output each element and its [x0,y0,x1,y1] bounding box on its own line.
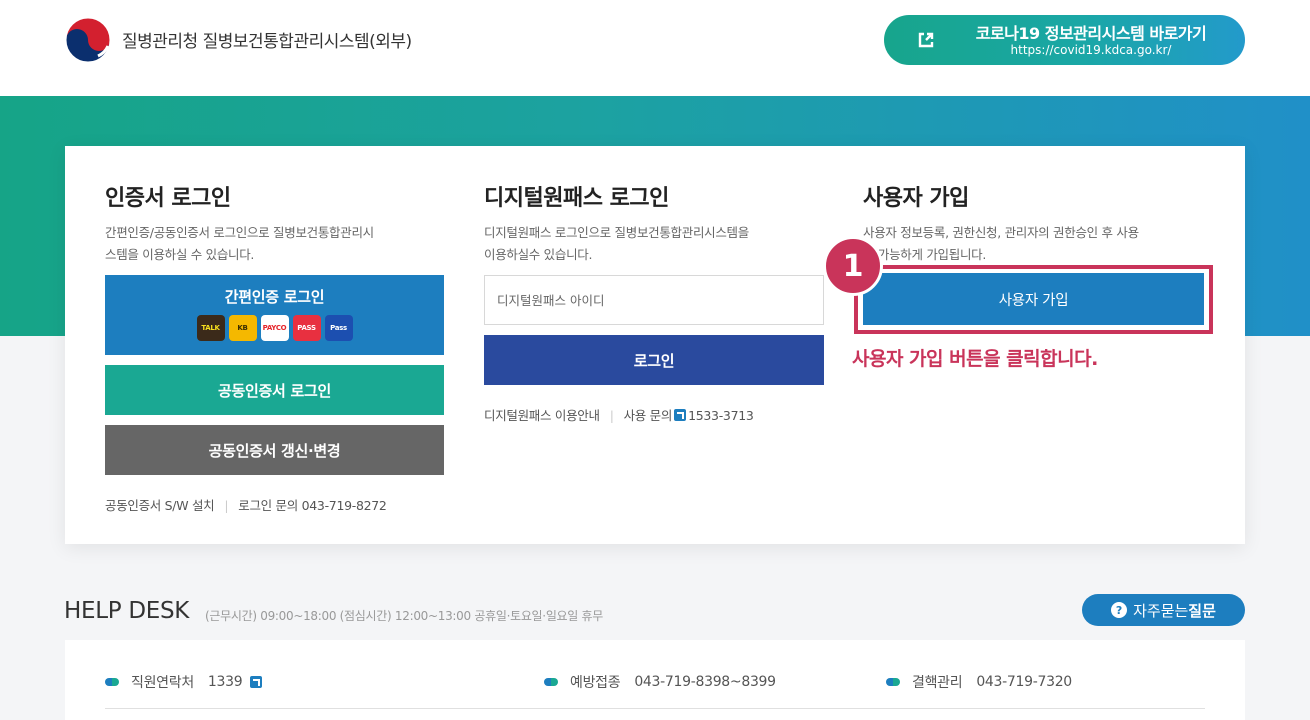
contact-number: 043-719-7320 [976,674,1072,690]
login-inquiry-text: 로그인 문의 043-719-8272 [238,498,387,513]
contact-item: 결핵관리 043-719-7320 [886,672,1072,692]
onepass-inquiry-phone: 1533-3713 [688,408,754,423]
signup-instruction-text: 사용자 가입 버튼을 클릭합니다. [852,348,1098,370]
divider [105,708,1205,709]
faq-label: 자주묻는질문 [1133,600,1216,621]
link-arrow-icon[interactable] [674,409,687,421]
faq-button[interactable]: ? 자주묻는질문 [1082,594,1245,626]
onepass-desc-line1: 디지털원패스 로그인으로 질병보건통합관리시스템을 [484,225,749,240]
onepass-id-input[interactable] [484,275,824,325]
contact-label: 직원연락처 [131,675,194,691]
onepass-login-title: 디지털원패스 로그인 [484,186,669,211]
cert-login-desc-line1: 간편인증/공동인증서 로그인으로 질병보건통합관리시 [105,225,374,240]
covid-system-link-button[interactable]: 코로나19 정보관리시스템 바로가기 https://covid19.kdca.… [884,15,1245,65]
divider: | [224,498,229,513]
contact-number: 1339 [207,674,243,690]
contact-number: 043-719-8398~8399 [634,674,776,690]
help-desk-panel: 직원연락처 1339 예방접종 043-719-8398~8399 결핵관리 0… [65,640,1245,720]
onepass-login-button[interactable]: 로그인 [484,335,824,385]
onepass-inquiry-label: 사용 문의 [623,408,673,423]
kdca-logo-icon[interactable] [64,16,112,64]
joint-cert-login-button[interactable]: 공동인증서 로그인 [105,365,444,415]
help-desk-hours: (근무시간) 09:00~18:00 (점심시간) 12:00~13:00 공휴… [205,609,604,623]
site-title: 질병관리청 질병보건통합관리시스템(외부) [122,32,412,52]
pass-icon: PASS [292,314,321,341]
covid-link-url: https://covid19.kdca.go.kr/ [1010,43,1172,57]
login-card: 인증서 로그인 간편인증/공동인증서 로그인으로 질병보건통합관리시 스템을 이… [65,146,1245,544]
kb-icon: KB [228,314,257,341]
bullet-icon [544,678,558,686]
simple-auth-provider-icons: TALK KB PAYCO PASS Pass [196,314,353,341]
step-number-badge: 1 [823,236,883,296]
signup-desc-line2: 이 가능하게 가입됩니다. [863,247,987,262]
contact-item: 예방접종 043-719-8398~8399 [544,672,776,692]
signup-button[interactable]: 사용자 가입 [863,273,1204,325]
simple-auth-label: 간편인증 로그인 [224,287,325,306]
signup-desc-line1: 사용자 정보등록, 권한신청, 관리자의 권한승인 후 사용 [863,225,1139,240]
contact-item: 직원연락처 1339 [105,672,264,692]
contact-label: 예방접종 [570,675,621,691]
help-desk-title: HELP DESK [64,598,190,624]
bullet-icon [105,678,119,686]
signup-title: 사용자 가입 [863,186,969,211]
onepass-login-desc: 디지털원패스 로그인으로 질병보건통합관리시스템을 이용하실수 있습니다. [484,222,824,266]
faq-bold: 질문 [1188,601,1216,620]
cert-login-desc: 간편인증/공동인증서 로그인으로 질병보건통합관리시 스템을 이용하실 수 있습… [105,222,445,266]
joint-cert-renew-button[interactable]: 공동인증서 갱신·변경 [105,425,444,475]
cert-login-title: 인증서 로그인 [105,186,231,211]
samsung-pass-icon: Pass [324,314,353,341]
header: 질병관리청 질병보건통합관리시스템(외부) 코로나19 정보관리시스템 바로가기… [0,0,1310,96]
question-icon: ? [1111,602,1128,618]
external-link-icon [918,32,934,48]
simple-auth-login-button[interactable]: 간편인증 로그인 TALK KB PAYCO PASS Pass [105,275,444,355]
contact-label: 결핵관리 [912,675,963,691]
divider: | [609,408,614,423]
onepass-links: 디지털원패스 이용안내 | 사용 문의 1533-3713 [484,405,754,424]
onepass-desc-line2: 이용하실수 있습니다. [484,247,593,262]
onepass-guide-link[interactable]: 디지털원패스 이용안내 [484,408,600,423]
signup-desc: 사용자 정보등록, 권한신청, 관리자의 권한승인 후 사용 이 가능하게 가입… [863,222,1213,266]
link-arrow-icon[interactable] [250,676,263,688]
bullet-icon [886,678,900,686]
payco-icon: PAYCO [260,314,289,341]
cert-login-links: 공동인증서 S/W 설치 | 로그인 문의 043-719-8272 [105,495,387,514]
sw-install-link[interactable]: 공동인증서 S/W 설치 [105,498,215,513]
covid-link-title: 코로나19 정보관리시스템 바로가기 [975,24,1207,43]
faq-prefix: 자주묻는 [1133,601,1189,620]
cert-login-desc-line2: 스템을 이용하실 수 있습니다. [105,247,255,262]
kakao-talk-icon: TALK [196,314,225,341]
